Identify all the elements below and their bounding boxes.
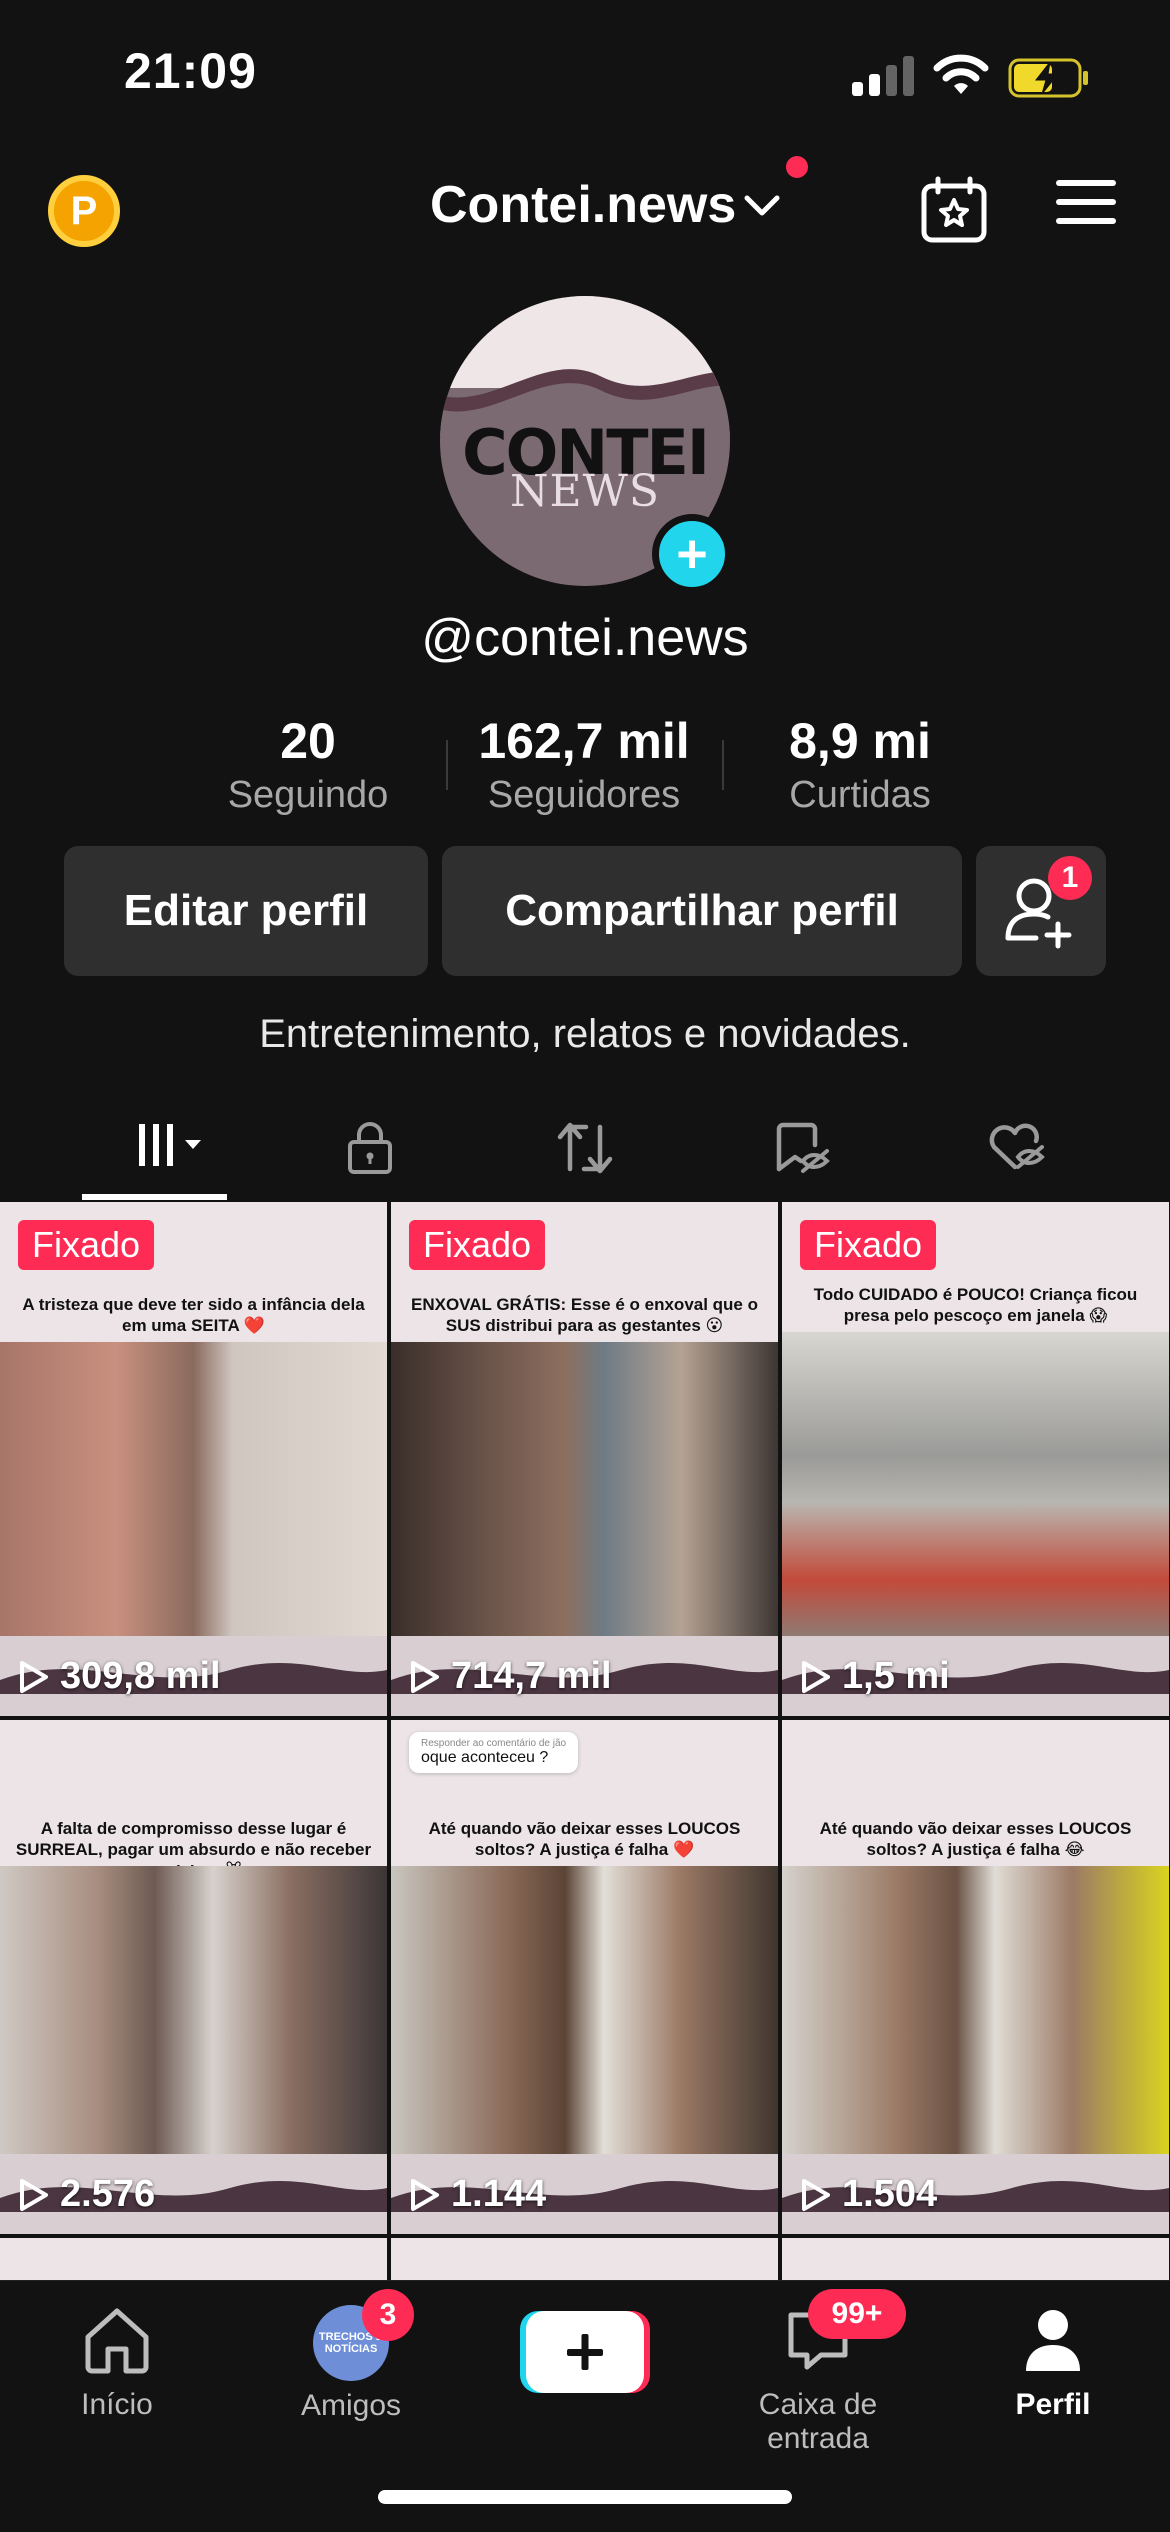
menu-icon[interactable] [1056,180,1116,230]
nav-profile-label: Perfil [1015,2388,1091,2421]
play-icon [20,2178,48,2211]
video-caption: ENXOVAL GRÁTIS: Esse é o enxoval que o S… [410,1295,758,1336]
pinned-badge: Fixado [800,1220,937,1270]
tab-private[interactable] [320,1100,420,1196]
coins-icon[interactable]: P [48,175,120,247]
stat-label: Seguidores [487,774,681,816]
view-count: 1.144 [409,2173,546,2216]
tab-liked[interactable] [965,1100,1065,1196]
avatar-logo-subtext: NEWS [510,466,660,517]
inbox-badge: 99+ [808,2289,906,2339]
view-count: 309,8 mil [18,1655,221,1698]
calendar-star-icon[interactable] [920,176,988,244]
pinned-badge: Fixado [18,1220,155,1270]
video-tile[interactable] [391,2238,778,2280]
video-tile[interactable]: Responder ao comentário de jão oque acon… [391,1720,778,2234]
view-count: 714,7 mil [409,1655,612,1698]
stat-value: 20 [280,713,336,769]
play-icon [20,1660,48,1693]
plus-icon [520,2311,650,2393]
video-caption: Todo CUIDADO é POUCO! Criança ficou pres… [813,1285,1138,1326]
friend-requests-badge: 1 [1048,856,1092,900]
account-switcher[interactable]: Contei.news [430,170,782,240]
tab-reposts[interactable] [535,1100,635,1196]
nav-profile[interactable]: Perfil [948,2305,1158,2422]
tab-videos[interactable] [82,1100,227,1196]
home-indicator [378,2490,792,2504]
nav-inbox-label: Caixa de entrada [758,2388,878,2455]
stat-value: 162,7 mil [478,713,690,769]
friends-badge: 3 [362,2289,414,2341]
nav-home[interactable]: Início [12,2305,222,2422]
video-tile[interactable]: A falta de compromisso desse lugar é SUR… [0,1720,387,2234]
play-icon [411,1660,439,1693]
profile-tabs [0,1100,1170,1200]
stat-followers[interactable]: 162,7 mil Seguidores [444,712,724,817]
play-icon [802,1660,830,1693]
play-icon [802,2178,830,2211]
stat-value: 8,9 mi [789,713,931,769]
home-icon [85,2308,149,2374]
video-thumbnail [0,1866,387,2160]
comment-reply-label: Responder ao comentário de jão [421,1738,567,1749]
favorites-hidden-icon [776,1122,830,1173]
view-count-text: 1,5 mi [842,1655,950,1697]
bio: Entretenimento, relatos e novidades. [259,1012,911,1056]
battery-charging-icon [1008,58,1088,98]
active-tab-indicator [82,1194,227,1200]
cellular-signal-icon [852,56,914,96]
stat-likes[interactable]: 8,9 mi Curtidas [720,712,1000,817]
top-navigation: P Contei.news [0,150,1170,270]
stat-following[interactable]: 20 Seguindo [168,712,448,817]
nav-friends-label: Amigos [300,2389,402,2422]
tab-favorites[interactable] [750,1100,850,1196]
video-thumbnail [0,1342,387,1642]
nav-home-label: Início [81,2388,153,2421]
view-count: 1,5 mi [800,1655,950,1698]
status-bar: 21:09 [0,0,1170,150]
video-caption: Até quando vão deixar esses LOUCOS solto… [428,1819,741,1860]
play-icon [411,2178,439,2211]
video-tile[interactable]: Todo CUIDADO é POUCO! Criança ficou pres… [782,1202,1169,1716]
profile-icon [1026,2310,1080,2371]
video-tile[interactable]: ENXOVAL GRÁTIS: Esse é o enxoval que o S… [391,1202,778,1716]
video-thumbnail [391,1866,778,2160]
view-count: 2.576 [18,2173,155,2216]
add-story-button[interactable]: + [652,514,732,594]
view-count-text: 2.576 [60,2173,156,2215]
account-name: Contei.news [430,176,737,234]
wifi-icon [933,54,989,94]
videos-grid-icon [138,1124,201,1166]
video-caption: A tristeza que deve ter sido a infância … [22,1295,365,1336]
video-thumbnail [782,1866,1169,2160]
video-tile[interactable]: A tristeza que deve ter sido a infância … [0,1202,387,1716]
edit-profile-button[interactable]: Editar perfil [64,846,428,976]
video-caption: Até quando vão deixar esses LOUCOS solto… [819,1819,1132,1860]
video-thumbnail [391,1342,778,1642]
notification-dot [786,156,808,178]
comment-reply-sticker: Responder ao comentário de jão oque acon… [409,1732,579,1773]
view-count-text: 714,7 mil [451,1655,612,1697]
view-count-text: 1.144 [451,2173,547,2215]
view-count-text: 309,8 mil [60,1655,221,1697]
share-profile-button[interactable]: Compartilhar perfil [442,846,962,976]
video-thumbnail [782,1332,1169,1642]
comment-text: oque aconteceu ? [421,1749,549,1766]
video-tile[interactable]: Até quando vão deixar esses LOUCOS solto… [782,1720,1169,2234]
liked-hidden-icon [989,1123,1045,1170]
video-tile[interactable] [0,2238,387,2280]
create-button[interactable] [520,2311,650,2393]
pinned-badge: Fixado [409,1220,546,1270]
stat-label: Curtidas [789,774,931,816]
nav-friends[interactable]: TRECHOS E NOTÍCIAS Amigos [246,2305,456,2423]
chevron-down-icon [744,195,780,216]
stat-label: Seguindo [227,774,389,816]
status-time: 21:09 [124,43,257,99]
video-tile[interactable] [782,2238,1169,2280]
username: @contei.news [421,609,749,667]
view-count: 1.504 [800,2173,937,2216]
view-count-text: 1.504 [842,2173,938,2215]
lock-icon [348,1122,392,1174]
repost-icon [557,1122,613,1174]
